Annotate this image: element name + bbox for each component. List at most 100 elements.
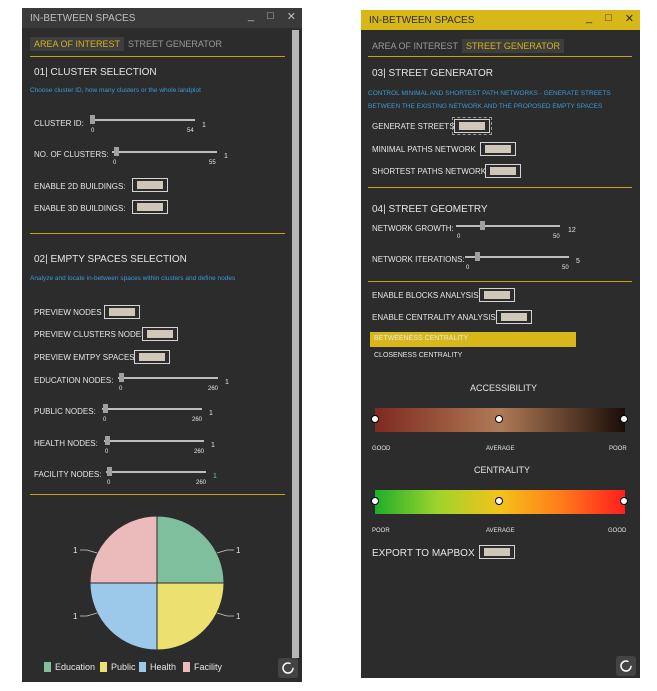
shortest-paths-label: SHORTEST PATHS NETWORK — [372, 167, 487, 176]
tab-street-generator[interactable]: STREET GENERATOR — [462, 39, 565, 53]
minimize-icon[interactable]: _ — [586, 12, 592, 25]
gradient-label: GOOD — [372, 446, 391, 452]
legend-label: Health — [150, 662, 177, 672]
option-closeness-centrality[interactable]: CLOSENESS CENTRALITY — [370, 349, 576, 363]
tab-label: STREET GENERATOR — [466, 41, 561, 51]
pie-chart: 1 1 1 1 — [73, 515, 241, 651]
leader-line — [80, 549, 98, 554]
network-growth-slider[interactable] — [456, 220, 560, 232]
gradient-stop-handle[interactable] — [620, 415, 628, 423]
health-nodes-slider[interactable] — [104, 435, 204, 447]
education-nodes-label: EDUCATION NODES: — [34, 376, 114, 385]
tab-area-of-interest[interactable]: AREA OF INTEREST — [30, 37, 125, 51]
pie-slice-facility — [89, 515, 158, 584]
enable-2d-toggle[interactable] — [132, 178, 168, 192]
gradient-stop-handle[interactable] — [371, 415, 379, 423]
cluster-id-label: CLUSTER ID: — [34, 119, 84, 128]
cluster-id-slider[interactable] — [90, 114, 195, 126]
minimize-icon[interactable]: _ — [248, 10, 254, 23]
slider-max: 260 — [194, 449, 205, 455]
window-title: IN-BETWEEN SPACES — [30, 12, 136, 24]
tab-label: AREA OF INTEREST — [34, 39, 121, 49]
option-label: BETWEENESS CENTRALITY — [374, 335, 469, 342]
facility-nodes-slider[interactable] — [106, 466, 206, 478]
slider-min: 0 — [466, 265, 470, 271]
legend-item-facility: Facility — [183, 662, 222, 672]
shortest-paths-toggle[interactable] — [485, 164, 521, 178]
slider-value: 1 — [213, 473, 217, 480]
vertical-scrollbar[interactable] — [292, 30, 299, 658]
generate-streets-toggle[interactable] — [452, 117, 492, 135]
slider-value: 1 — [202, 122, 206, 129]
maximize-icon[interactable]: □ — [605, 12, 612, 25]
slider-handle[interactable] — [119, 373, 124, 382]
slider-min: 0 — [119, 386, 123, 392]
maximize-icon[interactable]: □ — [267, 10, 274, 23]
no-clusters-slider[interactable] — [112, 146, 217, 158]
preview-empty-toggle[interactable] — [134, 350, 170, 364]
tab-area-of-interest[interactable]: AREA OF INTEREST — [368, 39, 462, 53]
section-title: 03| STREET GENERATOR — [372, 68, 493, 79]
legend-item-education: Education — [44, 662, 95, 672]
option-betweeness-centrality[interactable]: BETWEENESS CENTRALITY — [370, 332, 576, 347]
slider-value: 1 — [225, 379, 229, 386]
slider-value: 1 — [224, 153, 228, 160]
leader-line — [80, 612, 98, 617]
slider-handle[interactable] — [475, 252, 480, 261]
slider-max: 260 — [192, 417, 203, 423]
refresh-button[interactable] — [616, 656, 636, 676]
slider-handle[interactable] — [90, 115, 95, 124]
minimal-paths-label: MINIMAL PATHS NETWORK — [372, 145, 476, 154]
tab-street-generator[interactable]: STREET GENERATOR — [124, 37, 226, 51]
gradient-stop-handle[interactable] — [495, 415, 503, 423]
refresh-button[interactable] — [278, 658, 298, 678]
slider-value: 12 — [568, 227, 576, 234]
minimal-paths-toggle[interactable] — [480, 142, 516, 156]
slider-min: 0 — [107, 480, 111, 486]
slider-handle[interactable] — [480, 221, 485, 230]
preview-clusters-toggle[interactable] — [142, 327, 178, 341]
export-mapbox-label: EXPORT TO MAPBOX — [372, 548, 475, 559]
section-title: 01| CLUSTER SELECTION — [34, 67, 157, 78]
slider-handle[interactable] — [103, 404, 108, 413]
slider-max: 50 — [553, 234, 560, 240]
public-nodes-label: PUBLIC NODES: — [34, 407, 96, 416]
section-title: 02| EMPTY SPACES SELECTION — [34, 254, 187, 265]
section-description: BETWEEN THE EXISTING NETWORK AND THE PRO… — [368, 103, 603, 110]
enable-centrality-toggle[interactable] — [496, 310, 532, 324]
slider-min: 0 — [457, 234, 461, 240]
pie-label: 1 — [236, 546, 241, 555]
health-nodes-label: HEALTH NODES: — [34, 439, 98, 448]
pie-slice-education — [156, 515, 225, 584]
enable-3d-toggle[interactable] — [132, 200, 168, 214]
gradient-stop-handle[interactable] — [371, 497, 379, 505]
slider-handle[interactable] — [107, 467, 112, 476]
refresh-icon — [282, 662, 294, 674]
gradient-stop-handle[interactable] — [620, 497, 628, 505]
slider-handle[interactable] — [105, 436, 110, 445]
slider-max: 260 — [196, 480, 207, 486]
export-mapbox-toggle[interactable] — [479, 545, 515, 559]
preview-nodes-toggle[interactable] — [104, 305, 140, 319]
right-title-bar: IN-BETWEEN SPACES _ □ ✕ — [361, 10, 640, 30]
leader-line — [216, 549, 234, 554]
preview-clusters-label: PREVIEW CLUSTERS NODES — [34, 330, 147, 339]
legend-swatch — [183, 662, 190, 672]
public-nodes-slider[interactable] — [102, 403, 202, 415]
close-icon[interactable]: ✕ — [287, 10, 296, 23]
enable-blocks-toggle[interactable] — [479, 288, 515, 302]
left-panel-window: IN-BETWEEN SPACES _ □ ✕ AREA OF INTEREST… — [22, 8, 302, 682]
accessibility-title: ACCESSIBILITY — [470, 383, 538, 393]
gradient-label: POOR — [609, 446, 627, 452]
tab-label: STREET GENERATOR — [128, 39, 223, 49]
slider-handle[interactable] — [114, 147, 119, 156]
close-icon[interactable]: ✕ — [625, 12, 634, 25]
divider — [368, 187, 632, 188]
pie-slice-public — [156, 582, 225, 651]
legend-item-health: Health — [139, 662, 176, 672]
network-iterations-slider[interactable] — [465, 251, 569, 263]
gradient-stop-handle[interactable] — [495, 497, 503, 505]
tab-label: AREA OF INTEREST — [372, 41, 459, 51]
pie-label: 1 — [73, 612, 78, 621]
education-nodes-slider[interactable] — [118, 372, 218, 384]
